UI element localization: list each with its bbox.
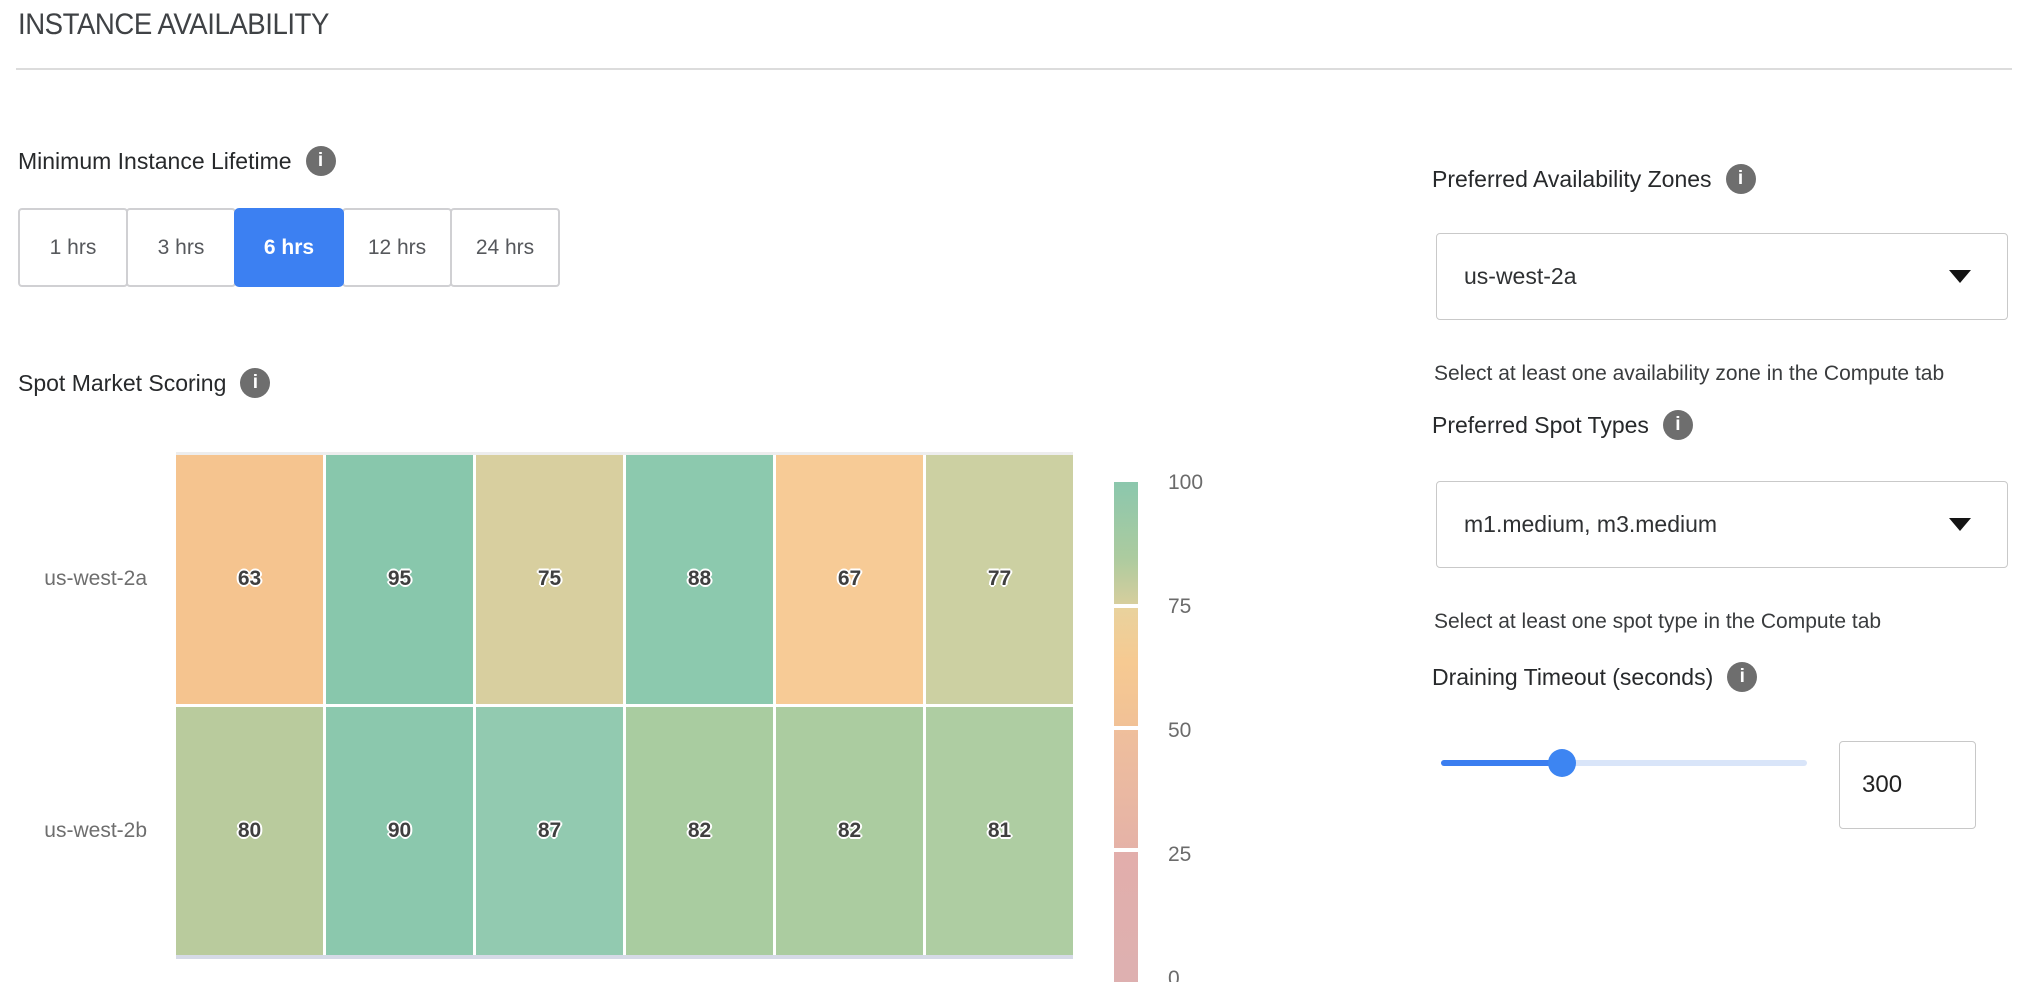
- spot-types-label: Preferred Spot Types: [1432, 412, 1649, 439]
- lifetime-label: Minimum Instance Lifetime: [18, 148, 292, 175]
- heatmap-cell-value: 75: [538, 567, 561, 591]
- slider-thumb[interactable]: [1548, 749, 1576, 777]
- heatmap-cell: 95: [326, 455, 473, 704]
- availability-zones-label-row: Preferred Availability Zones i: [1432, 164, 1756, 194]
- lifetime-option-12-hrs[interactable]: 12 hrs: [342, 208, 452, 287]
- heatmap-cell: 75: [476, 455, 623, 704]
- heatmap-row-label: us-west-2a: [30, 455, 147, 704]
- heatmap-colorbar: 1007550250: [1114, 482, 1234, 982]
- caret-down-icon: [1949, 518, 1971, 531]
- colorbar-segment-0-25: [1114, 852, 1138, 982]
- lifetime-label-row: Minimum Instance Lifetime i: [18, 146, 336, 176]
- heatmap-cell-value: 77: [988, 567, 1011, 591]
- spot-types-label-row: Preferred Spot Types i: [1432, 410, 1693, 440]
- availability-zones-helper: Select at least one availability zone in…: [1434, 362, 1944, 386]
- spot-types-select[interactable]: m1.medium, m3.medium: [1436, 481, 2008, 568]
- heatmap-cell: 63: [176, 455, 323, 704]
- lifetime-option-1-hrs[interactable]: 1 hrs: [18, 208, 128, 287]
- colorbar-segment-25-50: [1114, 730, 1138, 848]
- heatmap-cell-value: 82: [688, 819, 711, 843]
- lifetime-option-24-hrs[interactable]: 24 hrs: [450, 208, 560, 287]
- scoring-label: Spot Market Scoring: [18, 370, 226, 397]
- spot-types-helper: Select at least one spot type in the Com…: [1434, 610, 1881, 634]
- slider-fill: [1441, 760, 1562, 766]
- colorbar-tick-label: 50: [1168, 719, 1191, 743]
- heatmap-cell: 82: [626, 707, 773, 956]
- heatmap-cell: 87: [476, 707, 623, 956]
- availability-zones-select[interactable]: us-west-2a: [1436, 233, 2008, 320]
- heatmap-cell: 81: [926, 707, 1073, 956]
- heatmap-cell-value: 90: [388, 819, 411, 843]
- heatmap-cell: 82: [776, 707, 923, 956]
- draining-timeout-input[interactable]: [1839, 741, 1976, 829]
- availability-zones-label: Preferred Availability Zones: [1432, 166, 1712, 193]
- heatmap-cell-value: 88: [688, 567, 711, 591]
- colorbar-segment-75-100: [1114, 482, 1138, 604]
- heatmap-cell-value: 67: [838, 567, 861, 591]
- info-icon[interactable]: i: [1727, 662, 1757, 692]
- heatmap-cell-value: 95: [388, 567, 411, 591]
- colorbar-tick-label: 0: [1168, 967, 1180, 982]
- draining-timeout-label-row: Draining Timeout (seconds) i: [1432, 662, 1757, 692]
- heatmap-cell: 88: [626, 455, 773, 704]
- heatmap-row-labels: us-west-2aus-west-2b: [30, 455, 147, 955]
- colorbar-segment-50-75: [1114, 608, 1138, 726]
- info-icon[interactable]: i: [1663, 410, 1693, 440]
- lifetime-button-group: 1 hrs3 hrs6 hrs12 hrs24 hrs: [18, 208, 558, 287]
- page-title: INSTANCE AVAILABILITY: [18, 8, 329, 42]
- colorbar-tick-label: 75: [1168, 595, 1191, 619]
- section-divider: [16, 68, 2012, 70]
- heatmap-cell: 77: [926, 455, 1073, 704]
- heatmap-bottom-border: [176, 955, 1073, 959]
- info-icon[interactable]: i: [306, 146, 336, 176]
- heatmap-cell: 67: [776, 455, 923, 704]
- heatmap-cell-value: 82: [838, 819, 861, 843]
- spot-types-value: m1.medium, m3.medium: [1464, 511, 1949, 538]
- heatmap-cell: 80: [176, 707, 323, 956]
- draining-timeout-slider[interactable]: [1441, 749, 1807, 777]
- heatmap-cell-value: 80: [238, 819, 261, 843]
- spot-market-heatmap: 63 95 75 88 67 77 80 90 87 82 82 81: [176, 455, 1073, 955]
- availability-zones-value: us-west-2a: [1464, 263, 1949, 290]
- info-icon[interactable]: i: [1726, 164, 1756, 194]
- info-icon[interactable]: i: [240, 368, 270, 398]
- instance-availability-panel: INSTANCE AVAILABILITY Minimum Instance L…: [0, 0, 2020, 982]
- heatmap-cell-value: 81: [988, 819, 1011, 843]
- colorbar-tick-label: 100: [1168, 471, 1203, 495]
- draining-timeout-label: Draining Timeout (seconds): [1432, 664, 1713, 691]
- lifetime-option-3-hrs[interactable]: 3 hrs: [126, 208, 236, 287]
- heatmap-cell-value: 87: [538, 819, 561, 843]
- heatmap-row-label: us-west-2b: [30, 707, 147, 956]
- caret-down-icon: [1949, 270, 1971, 283]
- lifetime-option-6-hrs[interactable]: 6 hrs: [234, 208, 344, 287]
- heatmap-cell-value: 63: [238, 567, 261, 591]
- scoring-label-row: Spot Market Scoring i: [18, 368, 270, 398]
- colorbar-tick-label: 25: [1168, 843, 1191, 867]
- heatmap-cell: 90: [326, 707, 473, 956]
